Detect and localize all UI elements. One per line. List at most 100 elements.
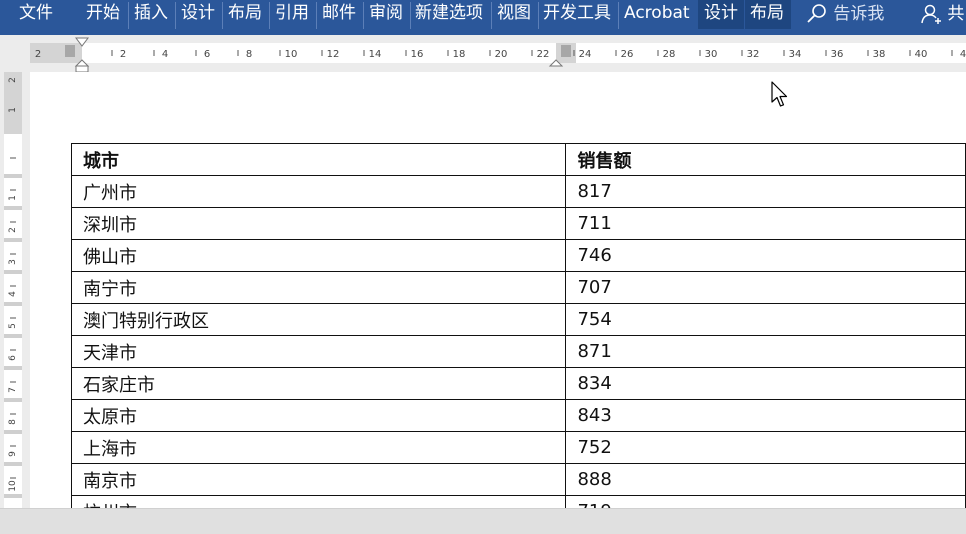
tab-references[interactable]: 引用 <box>275 0 309 29</box>
tab-separator <box>175 2 176 29</box>
ruler-number: 28 <box>663 49 676 60</box>
vertical-ruler-number: 10 <box>8 480 18 492</box>
row-boundary-marker[interactable] <box>4 302 22 306</box>
ruler-number: 36 <box>831 49 844 60</box>
ruler-number: 12 <box>327 49 340 60</box>
sales-cell[interactable]: 707 <box>565 271 966 304</box>
tab-file[interactable]: 文件 <box>19 0 53 29</box>
row-boundary-marker[interactable] <box>4 462 22 466</box>
tell-me-search[interactable]: 告诉我 <box>806 0 884 29</box>
sales-cell[interactable]: 752 <box>565 431 966 464</box>
city-cell[interactable]: 石家庄市 <box>70 367 567 400</box>
tab-table-layout[interactable]: 布局 <box>745 0 791 29</box>
ruler-number: 16 <box>411 49 424 60</box>
vertical-ruler-number: 3 <box>8 259 18 265</box>
city-cell[interactable]: 杭州市 <box>70 495 567 508</box>
document-page[interactable]: 城市 销售额 广州市 817 深圳市 711 佛山市 746 南宁市 707 澳门特别行政区 75… <box>30 72 966 508</box>
row-boundary-marker[interactable] <box>4 366 22 370</box>
table-header-cell[interactable]: 城市 <box>70 143 567 176</box>
tab-separator <box>269 2 270 29</box>
ruler-margin-handle[interactable] <box>65 45 75 57</box>
vertical-ruler-number: 1 <box>8 107 18 113</box>
table-body: 广州市 817 深圳市 711 佛山市 746 南宁市 707 澳门特别行政区 754 天津市 871… <box>70 175 966 508</box>
vertical-ruler-number: 1 <box>8 195 18 201</box>
ruler-number: 2 <box>120 49 126 60</box>
tab-separator <box>410 2 411 29</box>
tab-view[interactable]: 视图 <box>497 0 531 29</box>
ruler-number: 38 <box>873 49 886 60</box>
row-boundary-marker[interactable] <box>4 270 22 274</box>
table-row: 石家庄市 834 <box>70 367 966 400</box>
city-cell[interactable]: 南京市 <box>70 463 567 496</box>
tab-table-design[interactable]: 设计 <box>698 0 744 29</box>
tab-acrobat[interactable]: Acrobat <box>624 0 690 29</box>
sales-cell[interactable]: 754 <box>565 303 966 336</box>
horizontal-ruler[interactable]: 2 2 4 6 8 10 12 14 16 18 20 22 24 26 28 30 32 34 36 38 40 4 <box>0 35 966 72</box>
vertical-ruler-number: 5 <box>8 323 18 329</box>
ruler-number: 32 <box>747 49 760 60</box>
city-cell[interactable]: 天津市 <box>70 335 567 368</box>
city-cell[interactable]: 上海市 <box>70 431 567 464</box>
table-header-cell[interactable]: 销售额 <box>565 143 966 176</box>
tab-separator <box>618 2 619 29</box>
row-boundary-marker[interactable] <box>4 494 22 498</box>
city-cell[interactable]: 太原市 <box>70 399 567 432</box>
city-cell[interactable]: 深圳市 <box>70 207 567 240</box>
sales-cell[interactable]: 871 <box>565 335 966 368</box>
ruler-number: 10 <box>285 49 298 60</box>
city-cell[interactable]: 广州市 <box>70 175 567 208</box>
table-header-row: 城市 销售额 <box>70 143 966 176</box>
row-boundary-marker[interactable] <box>4 174 22 178</box>
tab-home[interactable]: 开始 <box>86 0 120 29</box>
row-boundary-marker[interactable] <box>4 206 22 210</box>
vertical-ruler-number: 2 <box>8 227 18 233</box>
city-cell[interactable]: 佛山市 <box>70 239 567 272</box>
tab-layout[interactable]: 布局 <box>228 0 262 29</box>
mouse-pointer-icon <box>771 81 788 107</box>
ruler-number: 4 <box>162 49 168 60</box>
row-boundary-marker[interactable] <box>4 238 22 242</box>
ribbon-tab-bar: 文件 开始 插入 设计 布局 引用 邮件 审阅 新建选项 视图 开发工具 Acr… <box>0 0 966 35</box>
ruler-number: 40 <box>915 49 928 60</box>
ruler-number: 34 <box>789 49 802 60</box>
sales-cell[interactable]: 834 <box>565 367 966 400</box>
ruler-number: 18 <box>453 49 466 60</box>
tab-developer[interactable]: 开发工具 <box>543 0 611 29</box>
tab-mailings[interactable]: 邮件 <box>322 0 356 29</box>
sales-cell[interactable]: 719 <box>565 495 966 508</box>
sales-cell[interactable]: 843 <box>565 399 966 432</box>
row-boundary-marker[interactable] <box>4 398 22 402</box>
ruler-column-handle[interactable] <box>561 45 571 57</box>
ruler-number: 8 <box>246 49 252 60</box>
sales-table[interactable]: 城市 销售额 广州市 817 深圳市 711 佛山市 746 南宁市 707 澳门特别行政区 75… <box>70 143 966 508</box>
sales-cell[interactable]: 711 <box>565 207 966 240</box>
sales-cell[interactable]: 746 <box>565 239 966 272</box>
city-cell[interactable]: 南宁市 <box>70 271 567 304</box>
row-boundary-marker[interactable] <box>4 334 22 338</box>
vertical-ruler-number: 6 <box>8 355 18 361</box>
row-boundary-marker[interactable] <box>4 430 22 434</box>
vertical-ruler-number: 2 <box>8 77 18 83</box>
tab-new-options[interactable]: 新建选项 <box>415 0 483 29</box>
sales-cell[interactable]: 817 <box>565 175 966 208</box>
tab-separator <box>491 2 492 29</box>
ruler-number: 26 <box>621 49 634 60</box>
ruler-number: 2 <box>35 49 41 60</box>
tab-insert[interactable]: 插入 <box>134 0 168 29</box>
city-cell[interactable]: 澳门特别行政区 <box>70 303 567 336</box>
share-label: 共 <box>947 4 965 24</box>
sales-cell[interactable]: 888 <box>565 463 966 496</box>
horizontal-ruler-band: 2 2 4 6 8 10 12 14 16 18 20 22 24 26 28 30 32 34 36 38 40 4 <box>0 35 966 95</box>
tab-review[interactable]: 审阅 <box>369 0 403 29</box>
table-row: 天津市 871 <box>70 335 966 368</box>
user-icon <box>921 4 941 24</box>
tab-separator <box>363 2 364 29</box>
table-row: 深圳市 711 <box>70 207 966 240</box>
vertical-ruler-number: 4 <box>8 291 18 297</box>
vertical-ruler[interactable]: 2 1 1234567891011 <box>0 72 29 508</box>
vertical-ruler-body <box>4 72 22 508</box>
share-button[interactable]: 共 <box>920 0 964 29</box>
ruler-number: 22 <box>537 49 550 60</box>
tab-design[interactable]: 设计 <box>181 0 215 29</box>
vertical-ruler-number: 7 <box>8 387 18 393</box>
